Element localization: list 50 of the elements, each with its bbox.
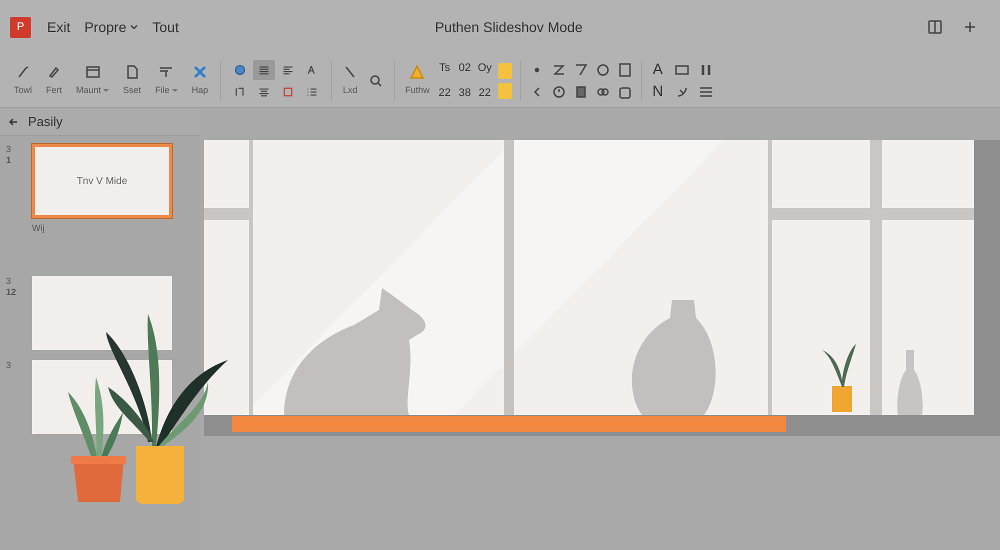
folder-icon (84, 64, 101, 80)
size-option[interactable]: Oy (478, 60, 492, 76)
back-arrow-icon[interactable] (8, 116, 18, 126)
toolbar-button[interactable]: Fert (42, 64, 66, 98)
slide-number: 3 (6, 276, 12, 286)
slide-index: 12 (6, 286, 18, 298)
highlight-swatch[interactable] (498, 82, 512, 98)
app-logo: P (10, 16, 31, 38)
menu-item[interactable]: Tout (152, 16, 179, 38)
toolbar-button[interactable]: File (151, 64, 182, 98)
toolbar-button[interactable]: Sset (119, 64, 146, 98)
slide-caption: Tnv V Mide (76, 174, 128, 188)
align-left-icon (282, 64, 294, 76)
size-option[interactable]: Ts (438, 60, 452, 76)
size-option[interactable]: 22 (438, 84, 452, 101)
tool-label: Lxd (342, 84, 358, 97)
font-button[interactable]: A (650, 62, 666, 78)
window-title: Puthen Slideshov Mode (434, 18, 583, 36)
split-view-icon[interactable] (928, 20, 942, 34)
toolbar-button[interactable]: Hap (188, 64, 212, 98)
clock-icon[interactable] (550, 84, 567, 100)
frame-icon (282, 86, 294, 98)
size-option[interactable]: 02 (458, 60, 472, 76)
slide-number: 3 (6, 144, 12, 155)
align-center-icon (258, 86, 270, 98)
close-icon (192, 64, 208, 80)
square-icon[interactable] (616, 62, 633, 78)
menu-item[interactable]: Exit (47, 16, 70, 38)
slide-index: 1 (6, 155, 12, 166)
menu-item[interactable]: Propre (84, 16, 138, 38)
panel-title: Pasily (28, 112, 63, 131)
globe-icon (234, 64, 246, 76)
add-icon[interactable] (964, 21, 976, 33)
circle-icon[interactable] (594, 62, 611, 78)
warning-triangle-icon (409, 64, 426, 80)
style-button[interactable]: Futhw (403, 64, 432, 98)
bullets-icon (306, 86, 318, 98)
size-option[interactable]: 22 (478, 84, 492, 101)
search-icon[interactable] (368, 72, 384, 88)
align-justify-icon (258, 64, 270, 76)
slide-thumbnail[interactable] (32, 276, 172, 350)
slide-number: 3 (6, 360, 12, 370)
size-option[interactable]: 38 (458, 84, 472, 101)
format-button[interactable] (253, 60, 276, 80)
toolbar-button[interactable]: Towl (10, 64, 36, 98)
font-button[interactable]: N (650, 84, 666, 100)
highlight-swatch[interactable] (498, 62, 512, 78)
slide-note: Wij (32, 222, 44, 235)
slide-thumbnail[interactable]: Tnv V Mide (32, 144, 172, 218)
toolbar-button[interactable]: Maunt (72, 64, 114, 98)
